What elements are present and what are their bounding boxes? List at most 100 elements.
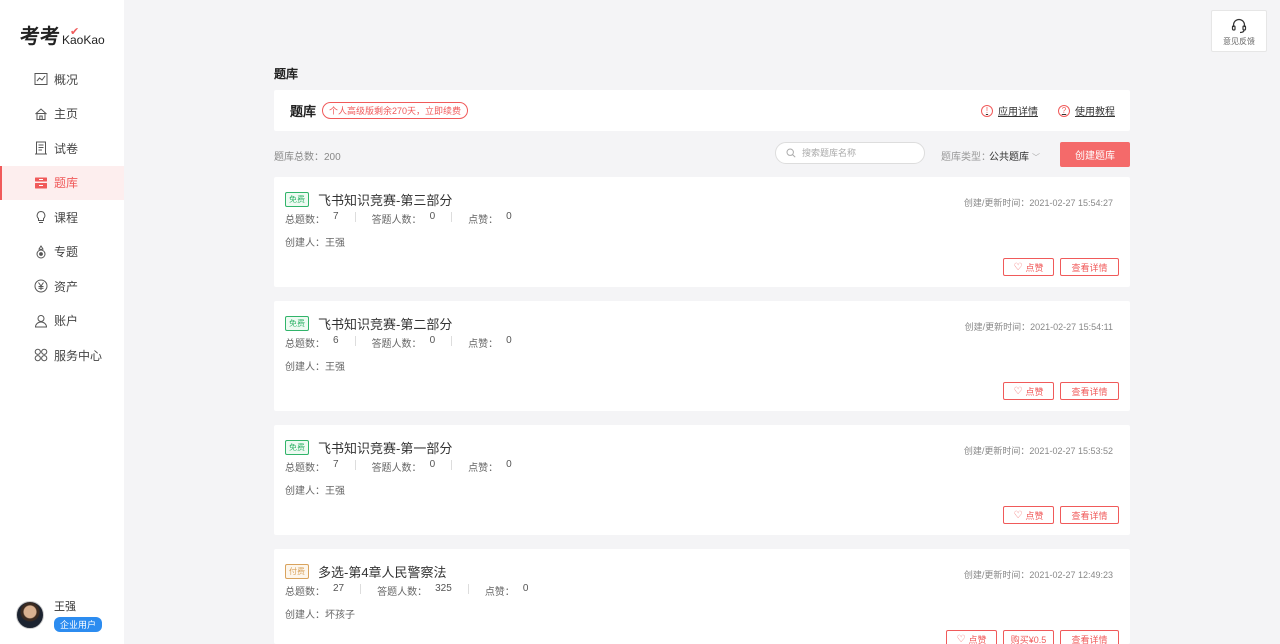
card-stats: 总题数： 7 答题人数： 0 点赞： 0 <box>285 211 512 226</box>
card-actions: ♡ 点赞 购买¥0.5 查看详情 <box>946 630 1119 644</box>
user-icon <box>34 314 48 328</box>
sidebar-item-exam[interactable]: 试卷 <box>0 131 124 166</box>
sidebar-item-service-center[interactable]: 服务中心 <box>0 338 124 373</box>
like-label: 点赞 <box>1025 510 1044 521</box>
like-label: 点赞 <box>968 634 987 644</box>
stat-label: 总题数： <box>285 587 325 598</box>
heart-icon: ♡ <box>956 633 966 644</box>
stat-value: 6 <box>333 335 339 346</box>
app-detail-link[interactable]: ! 应用详情 <box>981 103 1038 118</box>
stat-value: 7 <box>333 459 339 470</box>
chart-icon <box>34 72 48 86</box>
sidebar-item-account[interactable]: 账户 <box>0 304 124 339</box>
renewal-tag[interactable]: 个人高级版剩余270天，立即续费 <box>322 102 469 119</box>
sidebar-nav: 概况 主页 试卷 题库 课程 专题 资产 账户 服务中心 <box>0 62 124 373</box>
search-box[interactable] <box>775 142 925 164</box>
like-count: 点赞： 0 <box>468 459 512 474</box>
buy-button[interactable]: 购买¥0.5 <box>1003 630 1054 644</box>
view-details-button[interactable]: 查看详情 <box>1060 630 1119 644</box>
sidebar-item-assets[interactable]: 资产 <box>0 269 124 304</box>
update-time: 创建/更新时间：2021-02-27 15:54:27 <box>963 198 1113 208</box>
bank-title[interactable]: 飞书知识竞赛-第一部分 <box>318 438 452 457</box>
divider <box>354 336 356 346</box>
stat-label: 总题数： <box>285 339 325 350</box>
sidebar: 考考 ✔ KaoKao 概况 主页 试卷 题库 课程 专题 资产 账户 服务中心… <box>0 0 124 644</box>
like-label: 点赞 <box>1025 386 1044 397</box>
price-tag: 免费 <box>285 192 309 207</box>
like-button[interactable]: ♡ 点赞 <box>946 630 997 644</box>
bank-card: 免费 飞书知识竞赛-第三部分 创建/更新时间：2021-02-27 15:54:… <box>274 177 1130 287</box>
heart-icon: ♡ <box>1013 385 1023 397</box>
stat-value: 7 <box>333 211 339 222</box>
view-details-button[interactable]: 查看详情 <box>1060 506 1119 524</box>
stat-value: 0 <box>429 211 436 222</box>
avatar[interactable] <box>16 601 44 629</box>
card-actions: ♡ 点赞 查看详情 <box>1003 258 1119 276</box>
home-icon <box>34 107 48 121</box>
total-questions: 总题数： 27 <box>285 583 344 598</box>
like-count: 点赞： 0 <box>468 211 512 226</box>
card-stats: 总题数： 6 答题人数： 0 点赞： 0 <box>285 335 512 350</box>
view-details-button[interactable]: 查看详情 <box>1060 258 1119 276</box>
like-button[interactable]: ♡ 点赞 <box>1003 382 1054 400</box>
like-button[interactable]: ♡ 点赞 <box>1003 258 1054 276</box>
like-count: 点赞： 0 <box>468 335 512 350</box>
total-questions: 总题数： 7 <box>285 211 339 226</box>
update-time: 创建/更新时间：2021-02-27 12:49:23 <box>963 570 1113 580</box>
answer-count: 答题人数： 0 <box>372 211 436 226</box>
user-profile[interactable]: 王强 企业用户 <box>16 598 103 632</box>
creator: 创建人：坏孩子 <box>285 610 355 621</box>
like-label: 点赞 <box>1025 262 1044 273</box>
tutorial-link[interactable]: ? 使用教程 <box>1058 103 1115 118</box>
type-select[interactable]: 公共题库 ﹀ <box>989 148 1040 163</box>
card-stats: 总题数： 7 答题人数： 0 点赞： 0 <box>285 459 512 474</box>
sidebar-item-home[interactable]: 主页 <box>0 97 124 132</box>
divider <box>451 212 453 222</box>
headset-icon <box>1231 18 1247 34</box>
sidebar-item-label: 服务中心 <box>54 348 103 363</box>
user-info: 王强 企业用户 <box>54 598 103 632</box>
sidebar-item-question-bank[interactable]: 题库 <box>0 165 124 200</box>
like-button[interactable]: ♡ 点赞 <box>1003 506 1054 524</box>
stat-value: 27 <box>333 583 345 594</box>
feedback-label: 意见反馈 <box>1223 37 1255 46</box>
bank-title[interactable]: 多选-第4章人民警察法 <box>318 562 447 581</box>
lightbulb-icon <box>34 210 48 224</box>
sidebar-item-overview[interactable]: 概况 <box>0 62 124 97</box>
card-actions: ♡ 点赞 查看详情 <box>1003 382 1119 400</box>
bank-title[interactable]: 飞书知识竞赛-第三部分 <box>318 190 452 209</box>
answer-count: 答题人数： 0 <box>372 335 436 350</box>
view-details-button[interactable]: 查看详情 <box>1060 382 1119 400</box>
like-count: 点赞： 0 <box>485 583 529 598</box>
logo[interactable]: 考考 ✔ KaoKao <box>20 20 105 49</box>
divider <box>451 460 453 470</box>
sidebar-item-label: 题库 <box>54 176 79 191</box>
type-select-value: 公共题库 <box>989 152 1029 163</box>
stat-value: 0 <box>429 459 436 470</box>
sidebar-item-label: 课程 <box>54 210 79 225</box>
total-questions: 总题数： 6 <box>285 335 339 350</box>
answer-count: 答题人数： 325 <box>377 583 452 598</box>
stat-label: 总题数： <box>285 463 325 474</box>
sidebar-item-topic[interactable]: 专题 <box>0 235 124 270</box>
yen-icon <box>34 279 48 293</box>
feedback-button[interactable]: 意见反馈 <box>1211 10 1267 52</box>
sidebar-item-label: 概况 <box>54 72 79 87</box>
stat-value: 0 <box>506 211 512 222</box>
creator: 创建人：王强 <box>285 486 345 497</box>
heart-icon: ♡ <box>1013 509 1023 521</box>
stat-label: 答题人数： <box>371 463 422 474</box>
total-questions: 总题数： 7 <box>285 459 339 474</box>
topic-icon <box>34 244 48 259</box>
user-badge: 企业用户 <box>54 617 103 632</box>
divider <box>467 584 469 594</box>
create-bank-button[interactable]: 创建题库 <box>1060 142 1130 167</box>
search-input[interactable] <box>802 148 912 158</box>
stat-label: 点赞： <box>468 339 499 350</box>
logo-text-en: ✔ KaoKao <box>62 26 105 47</box>
heart-icon: ♡ <box>1013 261 1023 273</box>
sidebar-item-course[interactable]: 课程 <box>0 200 124 235</box>
database-icon <box>34 176 48 190</box>
stat-value: 0 <box>506 335 512 346</box>
bank-title[interactable]: 飞书知识竞赛-第二部分 <box>318 314 452 333</box>
